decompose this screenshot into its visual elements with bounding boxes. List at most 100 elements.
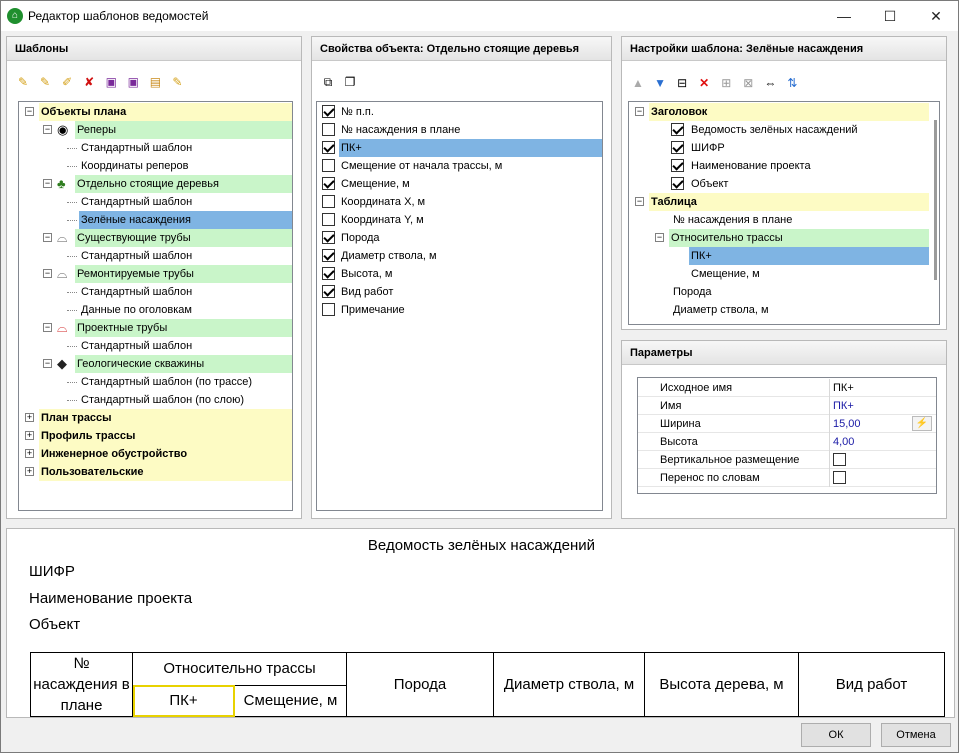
param-action-icon[interactable]: ⚡	[912, 416, 932, 431]
settings-node[interactable]: Диаметр ствола, м	[629, 301, 929, 319]
tree-node[interactable]: + План трассы	[19, 409, 292, 427]
settings-node[interactable]: − Относительно трассы	[629, 229, 929, 247]
property-checkbox[interactable]	[322, 285, 335, 298]
delete-icon[interactable]: ✕	[696, 75, 712, 91]
property-checkbox[interactable]	[322, 123, 335, 136]
expand-toggle-icon[interactable]: +	[25, 413, 34, 422]
export-icon[interactable]: ✎	[169, 74, 185, 90]
settings-node[interactable]: ПК+	[629, 247, 929, 265]
expand-toggle-icon[interactable]: +	[25, 431, 34, 440]
settings-checkbox[interactable]	[671, 159, 684, 172]
close-button[interactable]: ✕	[913, 1, 959, 31]
uncheck-all-icon[interactable]: ❐	[342, 74, 358, 90]
tree-node[interactable]: + Инженерное обустройство	[19, 445, 292, 463]
settings-checkbox[interactable]	[671, 123, 684, 136]
move-up-icon[interactable]: ▲	[630, 75, 646, 91]
expand-toggle-icon[interactable]: +	[25, 467, 34, 476]
tree-node[interactable]: − ◆ Геологические скважины	[19, 355, 292, 373]
expand-toggle-icon[interactable]: −	[43, 323, 52, 332]
expand-toggle-icon[interactable]: −	[655, 233, 664, 242]
tree-node[interactable]: − ⌓ Ремонтируемые трубы	[19, 265, 292, 283]
add-group-icon[interactable]: ✎	[37, 74, 53, 90]
property-item[interactable]: № п.п.	[317, 103, 602, 121]
property-item[interactable]: ПК+	[317, 139, 602, 157]
delete-template-icon[interactable]: ✘	[81, 74, 97, 90]
expand-toggle-icon[interactable]: −	[25, 107, 34, 116]
edit-icon[interactable]: ⊟	[674, 75, 690, 91]
tree-node[interactable]: Координаты реперов	[19, 157, 292, 175]
tree-node[interactable]: Стандартный шаблон	[19, 139, 292, 157]
check-all-icon[interactable]: ⧉	[320, 74, 336, 90]
settings-checkbox[interactable]	[671, 141, 684, 154]
tree-node[interactable]: − ◉ Реперы	[19, 121, 292, 139]
property-checkbox[interactable]	[322, 267, 335, 280]
split-icon[interactable]: ⊠	[740, 75, 756, 91]
expand-toggle-icon[interactable]: −	[635, 107, 644, 116]
add-template-icon[interactable]: ✎	[15, 74, 31, 90]
settings-node[interactable]: № насаждения в плане	[629, 211, 929, 229]
settings-node[interactable]: − Таблица	[629, 193, 929, 211]
settings-node[interactable]: Наименование проекта	[629, 157, 929, 175]
settings-checkbox[interactable]	[671, 177, 684, 190]
tree-node[interactable]: Зелёные насаждения	[19, 211, 292, 229]
settings-scrollbar[interactable]	[934, 120, 937, 280]
tree-node[interactable]: Стандартный шаблон	[19, 247, 292, 265]
property-item[interactable]: Примечание	[317, 301, 602, 319]
sort-icon[interactable]: ⇅	[784, 75, 800, 91]
tree-node[interactable]: Данные по оголовкам	[19, 301, 292, 319]
property-checkbox[interactable]	[322, 159, 335, 172]
expand-toggle-icon[interactable]: −	[43, 359, 52, 368]
settings-node[interactable]: Объект	[629, 175, 929, 193]
property-item[interactable]: Координата X, м	[317, 193, 602, 211]
property-checkbox[interactable]	[322, 303, 335, 316]
property-checkbox[interactable]	[322, 177, 335, 190]
tree-node[interactable]: Стандартный шаблон	[19, 337, 292, 355]
settings-node[interactable]: Ведомость зелёных насаждений	[629, 121, 929, 139]
save-icon[interactable]: ▣	[103, 74, 119, 90]
settings-node[interactable]: Порода	[629, 283, 929, 301]
tree-node[interactable]: − ⌓ Проектные трубы	[19, 319, 292, 337]
move-down-icon[interactable]: ▼	[652, 75, 668, 91]
property-checkbox[interactable]	[322, 141, 335, 154]
property-item[interactable]: Порода	[317, 229, 602, 247]
tree-node[interactable]: − Объекты плана	[19, 103, 292, 121]
tree-node[interactable]: Стандартный шаблон	[19, 283, 292, 301]
expand-toggle-icon[interactable]: −	[43, 125, 52, 134]
settings-node[interactable]: − Заголовок	[629, 103, 929, 121]
param-value[interactable]: 15,00	[833, 415, 861, 433]
tree-node[interactable]: Стандартный шаблон (по слою)	[19, 391, 292, 409]
open-folder-icon[interactable]: ▤	[147, 74, 163, 90]
expand-toggle-icon[interactable]: −	[43, 179, 52, 188]
save-as-icon[interactable]: ▣	[125, 74, 141, 90]
property-item[interactable]: Диаметр ствола, м	[317, 247, 602, 265]
param-checkbox[interactable]	[833, 453, 846, 466]
expand-toggle-icon[interactable]: −	[43, 269, 52, 278]
ok-button[interactable]: ОК	[801, 723, 871, 747]
tree-node[interactable]: − ♣ Отдельно стоящие деревья	[19, 175, 292, 193]
settings-node[interactable]: Смещение, м	[629, 265, 929, 283]
expand-toggle-icon[interactable]: −	[635, 197, 644, 206]
param-value[interactable]: 4,00	[833, 433, 854, 451]
minimize-button[interactable]: —	[821, 1, 867, 31]
property-item[interactable]: Высота, м	[317, 265, 602, 283]
merge-icon[interactable]: ⊞	[718, 75, 734, 91]
property-checkbox[interactable]	[322, 195, 335, 208]
tree-node[interactable]: + Пользовательские	[19, 463, 292, 481]
property-checkbox[interactable]	[322, 105, 335, 118]
rename-icon[interactable]: ✐	[59, 74, 75, 90]
property-item[interactable]: № насаждения в плане	[317, 121, 602, 139]
tree-node[interactable]: Стандартный шаблон	[19, 193, 292, 211]
tree-node[interactable]: + Профиль трассы	[19, 427, 292, 445]
cancel-button[interactable]: Отмена	[881, 723, 951, 747]
col-pk[interactable]: ПК+	[132, 684, 235, 718]
fit-width-icon[interactable]: ⇔	[762, 75, 778, 91]
property-item[interactable]: Координата Y, м	[317, 211, 602, 229]
param-value[interactable]: ПК+	[833, 397, 854, 415]
property-item[interactable]: Смещение, м	[317, 175, 602, 193]
property-checkbox[interactable]	[322, 249, 335, 262]
property-checkbox[interactable]	[322, 213, 335, 226]
param-checkbox[interactable]	[833, 471, 846, 484]
tree-node[interactable]: Стандартный шаблон (по трассе)	[19, 373, 292, 391]
param-value[interactable]: ПК+	[833, 379, 854, 397]
maximize-button[interactable]: ☐	[867, 1, 913, 31]
